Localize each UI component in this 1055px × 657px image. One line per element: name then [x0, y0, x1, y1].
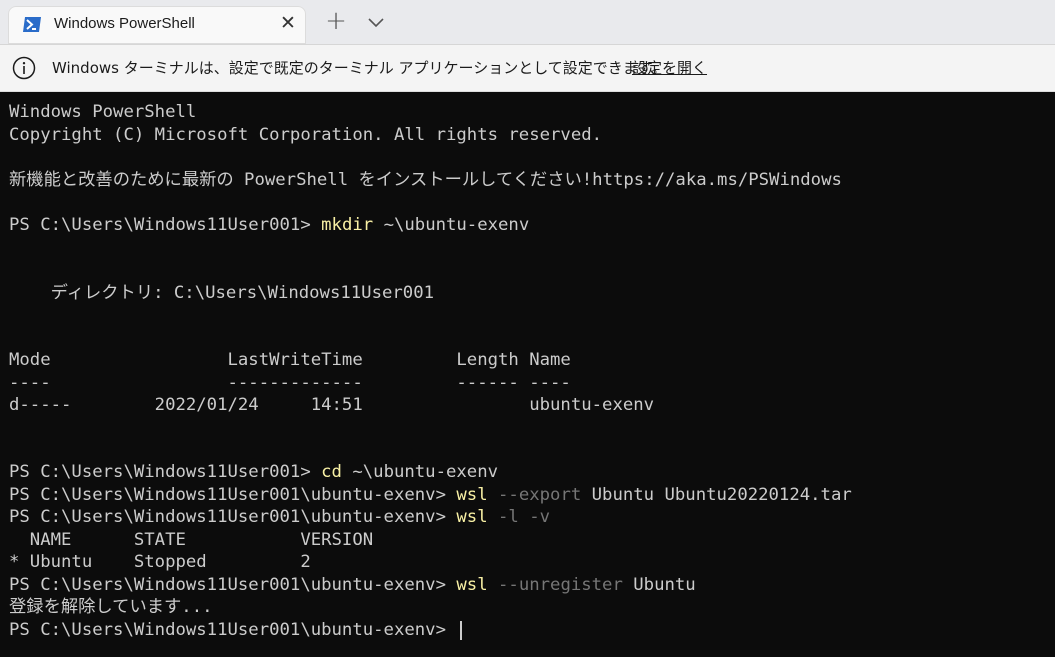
- prompt: PS C:\Users\Windows11User001>: [9, 462, 322, 482]
- current-prompt-line[interactable]: PS C:\Users\Windows11User001\ubuntu-exen…: [9, 619, 463, 641]
- prompt: PS C:\Users\Windows11User001\ubuntu-exen…: [9, 485, 457, 505]
- prompt: PS C:\Users\Windows11User001\ubuntu-exen…: [9, 507, 457, 527]
- command-param: --unregister: [487, 575, 623, 595]
- command-name: mkdir: [321, 215, 374, 235]
- prompt: PS C:\Users\Windows11User001\ubuntu-exen…: [9, 620, 457, 640]
- powershell-icon: [23, 17, 41, 32]
- wsl-table-row: * Ubuntu Stopped 2: [9, 552, 311, 572]
- command-arg: Ubuntu: [622, 575, 696, 595]
- command-line-wsl-unregister: PS C:\Users\Windows11User001\ubuntu-exen…: [9, 574, 696, 596]
- dir-table-separator: ---- ------------- ------ ----: [9, 373, 571, 393]
- wsl-table-header: NAME STATE VERSION: [9, 530, 374, 550]
- directory-line: ディレクトリ: C:\Users\Windows11User001: [9, 283, 435, 303]
- text-cursor: [460, 620, 463, 640]
- prompt: PS C:\Users\Windows11User001\ubuntu-exen…: [9, 575, 457, 595]
- command-param: -l -v: [487, 507, 551, 527]
- dir-table-row: d----- 2022/01/24 14:51 ubuntu-exenv: [9, 395, 655, 415]
- dir-table-header: Mode LastWriteTime Length Name: [9, 350, 571, 370]
- command-name: cd: [321, 462, 342, 482]
- command-name: wsl: [456, 575, 488, 595]
- command-line-cd: PS C:\Users\Windows11User001> cd ~\ubunt…: [9, 461, 498, 483]
- command-arg: Ubuntu Ubuntu20220124.tar: [581, 485, 852, 505]
- command-arg: ~\ubuntu-exenv: [341, 462, 499, 482]
- command-arg: ~\ubuntu-exenv: [373, 215, 530, 235]
- header-line-1: Windows PowerShell: [9, 102, 197, 122]
- tab-title: Windows PowerShell: [54, 15, 195, 32]
- command-name: wsl: [456, 507, 488, 527]
- new-tab-button[interactable]: +: [324, 8, 348, 34]
- command-line-wsl-list: PS C:\Users\Windows11User001\ubuntu-exen…: [9, 506, 550, 528]
- update-notice: 新機能と改善のために最新の PowerShell をインストールしてください!h…: [9, 170, 842, 190]
- command-line-wsl-export: PS C:\Users\Windows11User001\ubuntu-exen…: [9, 484, 852, 506]
- command-line-mkdir: PS C:\Users\Windows11User001> mkdir ~\ub…: [9, 214, 529, 236]
- unregister-output: 登録を解除しています...: [9, 597, 213, 617]
- open-settings-link[interactable]: 設定を開く: [632, 57, 707, 78]
- info-icon: [12, 56, 36, 80]
- header-line-2: Copyright (C) Microsoft Corporation. All…: [9, 125, 603, 145]
- info-bar: Windows ターミナルは、設定で既定のターミナル アプリケーションとして設定…: [0, 45, 1055, 92]
- prompt: PS C:\Users\Windows11User001>: [9, 215, 322, 235]
- command-param: --export: [487, 485, 582, 505]
- close-tab-icon[interactable]: ✕: [276, 11, 300, 35]
- tab-windows-powershell[interactable]: Windows PowerShell ✕: [8, 6, 306, 44]
- terminal-output[interactable]: Windows PowerShell Copyright (C) Microso…: [0, 92, 1055, 657]
- info-message: Windows ターミナルは、設定で既定のターミナル アプリケーションとして設定…: [52, 59, 667, 77]
- command-name: wsl: [456, 485, 488, 505]
- chevron-down-icon[interactable]: [366, 12, 386, 32]
- title-bar: Windows PowerShell ✕ +: [0, 0, 1055, 45]
